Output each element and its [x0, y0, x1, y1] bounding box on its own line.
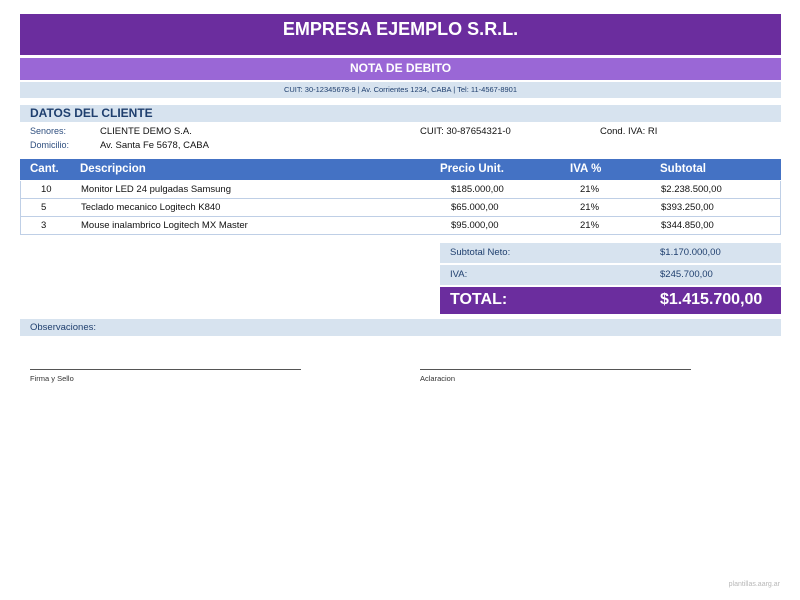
- iva-total-row: IVA: $245.700,00: [440, 265, 781, 285]
- client-cuit-field: CUIT: 30-87654321-0: [420, 126, 511, 137]
- header-iva: IVA %: [570, 163, 602, 175]
- row-qty: 10: [41, 184, 52, 195]
- signature-label-right: Aclaracion: [420, 374, 456, 383]
- client-iva-field: Cond. IVA: RI: [600, 126, 657, 137]
- row-unit-price: $95.000,00: [451, 220, 499, 231]
- row-unit-price: $65.000,00: [451, 202, 499, 213]
- row-iva: 21%: [580, 220, 600, 231]
- iva-total-label: IVA:: [450, 269, 468, 280]
- client-section-title: DATOS DEL CLIENTE: [20, 105, 781, 122]
- row-subtotal: $344.850,00: [661, 220, 714, 231]
- table-row: 5 Teclado mecanico Logitech K840 $65.000…: [20, 199, 781, 217]
- row-iva: 21%: [580, 184, 600, 195]
- iva-total-value: $245.700,00: [660, 269, 713, 280]
- row-subtotal: $393.250,00: [661, 202, 714, 213]
- header-unit-price: Precio Unit.: [440, 163, 504, 175]
- table-row: 10 Monitor LED 24 pulgadas Samsung $185.…: [20, 181, 781, 199]
- client-cuit-label: CUIT:: [420, 126, 444, 137]
- row-qty: 3: [41, 220, 47, 231]
- client-cuit: 30-87654321-0: [446, 126, 511, 137]
- client-name-label: Senores:: [30, 126, 67, 136]
- table-row: 3 Mouse inalambrico Logitech MX Master $…: [20, 217, 781, 235]
- grand-total-label: TOTAL:: [450, 291, 508, 308]
- client-address-label: Domicilio:: [30, 140, 70, 150]
- signature-label-left: Firma y Sello: [30, 374, 74, 383]
- document-type: NOTA DE DEBITO: [20, 58, 781, 80]
- signature-line-right: [420, 369, 691, 370]
- client-name: CLIENTE DEMO S.A.: [100, 126, 192, 137]
- row-description: Teclado mecanico Logitech K840: [81, 202, 221, 213]
- signature-line-left: [30, 369, 301, 370]
- company-name: EMPRESA EJEMPLO S.R.L.: [20, 14, 781, 55]
- observations-label: Observaciones:: [20, 319, 781, 336]
- row-description: Mouse inalambrico Logitech MX Master: [81, 220, 248, 231]
- grand-total-value: $1.415.700,00: [660, 291, 763, 308]
- row-qty: 5: [41, 202, 47, 213]
- client-iva-label: Cond. IVA:: [600, 126, 646, 137]
- company-info-line: CUIT: 30-12345678-9 | Av. Corrientes 123…: [20, 82, 781, 98]
- header-qty: Cant.: [30, 163, 59, 175]
- net-subtotal-row: Subtotal Neto: $1.170.000,00: [440, 243, 781, 263]
- row-iva: 21%: [580, 202, 600, 213]
- grand-total-row: TOTAL: $1.415.700,00: [440, 287, 781, 314]
- net-subtotal-value: $1.170.000,00: [660, 247, 721, 258]
- header-description: Descripcion: [80, 163, 146, 175]
- client-iva: RI: [647, 126, 658, 137]
- row-subtotal: $2.238.500,00: [661, 184, 722, 195]
- items-table-header: Cant. Descripcion Precio Unit. IVA % Sub…: [20, 159, 781, 180]
- row-unit-price: $185.000,00: [451, 184, 504, 195]
- header-subtotal: Subtotal: [660, 163, 706, 175]
- client-address: Av. Santa Fe 5678, CABA: [100, 140, 209, 151]
- row-description: Monitor LED 24 pulgadas Samsung: [81, 184, 231, 195]
- net-subtotal-label: Subtotal Neto:: [450, 247, 511, 258]
- footer-watermark: plantillas.aarg.ar: [728, 581, 780, 588]
